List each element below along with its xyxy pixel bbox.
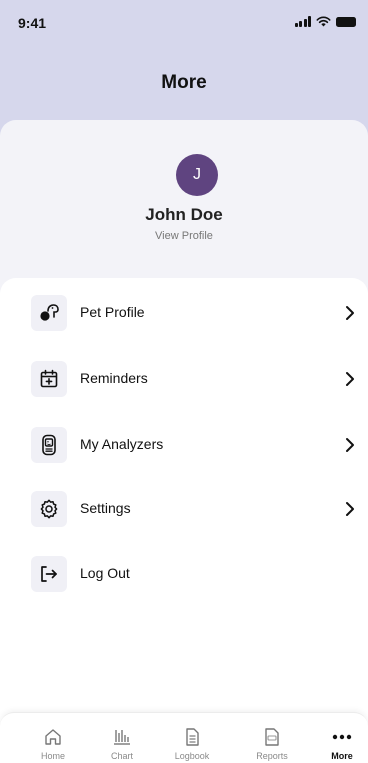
document-icon bbox=[186, 728, 199, 746]
chevron-right-icon bbox=[346, 372, 354, 386]
wifi-icon bbox=[316, 16, 331, 27]
menu-item-settings[interactable]: Settings bbox=[0, 483, 368, 535]
tab-label: Chart bbox=[110, 751, 133, 761]
avatar-initial: J bbox=[193, 166, 201, 183]
gear-icon bbox=[31, 491, 67, 527]
page-title: More bbox=[161, 72, 207, 93]
status-bar: 9:41 bbox=[0, 0, 368, 44]
status-icons bbox=[294, 16, 356, 27]
tab-label: Logbook bbox=[174, 751, 210, 761]
menu-item-label: My Analyzers bbox=[80, 436, 164, 452]
menu-item-label: Pet Profile bbox=[80, 304, 145, 320]
tab-label: Home bbox=[40, 751, 65, 761]
menu-sheet: Pet Profile Reminders My Analyzers Setti… bbox=[0, 278, 368, 763]
tab-logbook[interactable]: Logbook bbox=[156, 713, 228, 763]
pdf-icon bbox=[265, 728, 279, 746]
logout-icon bbox=[31, 556, 67, 592]
chart-icon bbox=[114, 730, 130, 745]
menu-item-label: Log Out bbox=[80, 565, 130, 581]
tab-home[interactable]: Home bbox=[17, 713, 89, 763]
tab-more[interactable]: More bbox=[306, 713, 368, 763]
tab-reports[interactable]: Reports bbox=[236, 713, 308, 763]
signal-icon bbox=[294, 16, 311, 27]
tab-label: More bbox=[331, 751, 353, 761]
more-dots-icon bbox=[332, 734, 352, 740]
battery-icon bbox=[336, 16, 356, 27]
home-icon bbox=[45, 729, 61, 745]
menu-item-pet-profile[interactable]: Pet Profile bbox=[0, 287, 368, 339]
tab-chart[interactable]: Chart bbox=[86, 713, 158, 763]
menu-item-label: Reminders bbox=[80, 370, 148, 386]
calendar-add-icon bbox=[31, 361, 67, 397]
menu-item-my-analyzers[interactable]: My Analyzers bbox=[0, 419, 368, 471]
analyzer-device-icon bbox=[31, 427, 67, 463]
bottom-tab-bar: Home Chart Logbook Reports More bbox=[0, 712, 368, 763]
view-profile-link[interactable]: View Profile bbox=[0, 230, 368, 242]
tab-label: Reports bbox=[256, 751, 288, 761]
status-time: 9:41 bbox=[18, 15, 47, 31]
menu-item-reminders[interactable]: Reminders bbox=[0, 353, 368, 405]
pet-icon bbox=[31, 295, 67, 331]
menu-item-label: Settings bbox=[80, 500, 131, 516]
profile-name: John Doe bbox=[145, 205, 223, 224]
chevron-right-icon bbox=[346, 502, 354, 516]
menu-item-log-out[interactable]: Log Out bbox=[0, 548, 368, 600]
avatar[interactable]: J bbox=[176, 154, 218, 196]
chevron-right-icon bbox=[346, 306, 354, 320]
chevron-right-icon bbox=[346, 438, 354, 452]
